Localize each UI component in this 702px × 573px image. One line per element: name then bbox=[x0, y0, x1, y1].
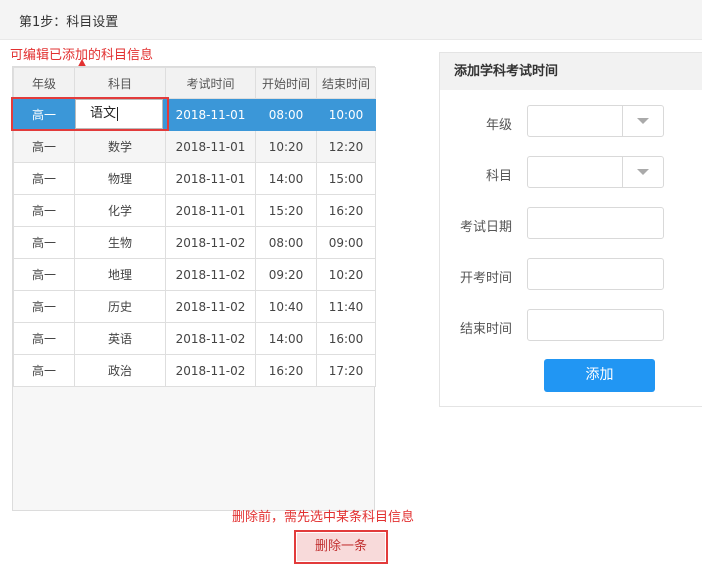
cell-start-time: 08:00 bbox=[255, 98, 317, 131]
page-title: 第1步：科目设置 bbox=[19, 15, 119, 30]
cell-exam-date: 2018-11-02 bbox=[165, 258, 256, 291]
cell-grade: 高一 bbox=[13, 162, 75, 195]
cell-start-time: 08:00 bbox=[255, 226, 317, 259]
field-label-exam-date: 考试日期 bbox=[459, 220, 512, 235]
table-row[interactable]: 高一 物理 2018-11-01 14:00 15:00 bbox=[13, 162, 376, 195]
table-row[interactable]: 高一 政治 2018-11-02 16:20 17:20 bbox=[13, 354, 376, 387]
cell-exam-date: 2018-11-02 bbox=[165, 290, 256, 323]
cell-subject: 英语 bbox=[74, 322, 166, 355]
table-row[interactable]: 高一 英语 2018-11-02 14:00 16:00 bbox=[13, 322, 376, 355]
cell-subject: 历史 bbox=[74, 290, 166, 323]
field-label-start-time: 开考时间 bbox=[459, 271, 512, 286]
subject-select[interactable] bbox=[527, 156, 664, 188]
cell-grade: 高一 bbox=[13, 226, 75, 259]
cell-exam-date: 2018-11-02 bbox=[165, 354, 256, 387]
table-row[interactable]: 高一 化学 2018-11-01 15:20 16:20 bbox=[13, 194, 376, 227]
column-header-grade: 年级 bbox=[13, 67, 75, 99]
cell-subject: 政治 bbox=[74, 354, 166, 387]
cell-grade: 高一 bbox=[13, 322, 75, 355]
page-header: 第1步：科目设置 bbox=[0, 0, 702, 40]
cell-start-time: 10:40 bbox=[255, 290, 317, 323]
cell-start-time: 16:20 bbox=[255, 354, 317, 387]
cell-exam-date: 2018-11-02 bbox=[165, 226, 256, 259]
cell-end-time: 16:00 bbox=[316, 322, 376, 355]
cell-end-time: 11:40 bbox=[316, 290, 376, 323]
subject-edit-input[interactable]: 语文 bbox=[75, 99, 163, 129]
cell-grade: 高一 bbox=[13, 130, 75, 163]
cell-end-time: 17:20 bbox=[316, 354, 376, 387]
cell-start-time: 15:20 bbox=[255, 194, 317, 227]
cell-start-time: 09:20 bbox=[255, 258, 317, 291]
form-title: 添加学科考试时间 bbox=[440, 53, 702, 90]
add-exam-form: 添加学科考试时间 年级 科目 考试日期 开考时间 结束时间 添加 bbox=[439, 52, 702, 407]
grade-dropdown-toggle[interactable] bbox=[622, 106, 663, 136]
cell-exam-date: 2018-11-02 bbox=[165, 322, 256, 355]
field-label-grade: 年级 bbox=[485, 118, 512, 133]
subject-dropdown-toggle[interactable] bbox=[622, 157, 663, 187]
delete-one-button[interactable]: 删除一条 bbox=[297, 533, 385, 561]
cell-end-time: 10:20 bbox=[316, 258, 376, 291]
column-header-start-time: 开始时间 bbox=[255, 67, 317, 99]
column-header-exam-date: 考试时间 bbox=[165, 67, 256, 99]
table-row[interactable]: 高一 生物 2018-11-02 08:00 09:00 bbox=[13, 226, 376, 259]
cell-start-time: 14:00 bbox=[255, 322, 317, 355]
cell-subject: 数学 bbox=[74, 130, 166, 163]
grade-select[interactable] bbox=[527, 105, 664, 137]
cell-grade: 高一 bbox=[13, 194, 75, 227]
column-header-end-time: 结束时间 bbox=[316, 67, 376, 99]
cell-subject: 地理 bbox=[74, 258, 166, 291]
cell-exam-date: 2018-11-01 bbox=[165, 130, 256, 163]
cell-grade: 高一 bbox=[13, 354, 75, 387]
cell-end-time: 09:00 bbox=[316, 226, 376, 259]
cell-start-time: 14:00 bbox=[255, 162, 317, 195]
cell-end-time: 16:20 bbox=[316, 194, 376, 227]
field-label-end-time: 结束时间 bbox=[459, 322, 512, 337]
add-button[interactable]: 添加 bbox=[544, 359, 655, 392]
subject-table-panel: 年级 科目 考试时间 开始时间 结束时间 高一 2018-11-01 08:00… bbox=[12, 66, 376, 511]
cell-subject: 生物 bbox=[74, 226, 166, 259]
cell-grade: 高一 bbox=[13, 290, 75, 323]
cell-end-time: 10:00 bbox=[316, 98, 376, 131]
cell-subject: 化学 bbox=[74, 194, 166, 227]
table-row[interactable]: 高一 数学 2018-11-01 10:20 12:20 bbox=[13, 130, 376, 163]
cell-exam-date: 2018-11-01 bbox=[165, 194, 256, 227]
end-time-input[interactable] bbox=[527, 309, 664, 341]
cell-end-time: 15:00 bbox=[316, 162, 376, 195]
cell-start-time: 10:20 bbox=[255, 130, 317, 163]
column-header-subject: 科目 bbox=[74, 67, 166, 99]
exam-date-input[interactable] bbox=[527, 207, 664, 239]
cell-grade: 高一 bbox=[13, 258, 75, 291]
table-row[interactable]: 高一 历史 2018-11-02 10:40 11:40 bbox=[13, 290, 376, 323]
chevron-down-icon bbox=[637, 169, 649, 175]
chevron-down-icon bbox=[637, 118, 649, 124]
cell-subject: 物理 bbox=[74, 162, 166, 195]
field-label-subject: 科目 bbox=[485, 169, 512, 184]
cell-exam-date: 2018-11-01 bbox=[165, 98, 256, 131]
cell-exam-date: 2018-11-01 bbox=[165, 162, 256, 195]
table-row[interactable]: 高一 地理 2018-11-02 09:20 10:20 bbox=[13, 258, 376, 291]
delete-hint-annotation: 删除前，需先选中某条科目信息 bbox=[232, 510, 415, 525]
table-header-row: 年级 科目 考试时间 开始时间 结束时间 bbox=[13, 67, 376, 99]
cell-end-time: 12:20 bbox=[316, 130, 376, 163]
start-time-input[interactable] bbox=[527, 258, 664, 290]
